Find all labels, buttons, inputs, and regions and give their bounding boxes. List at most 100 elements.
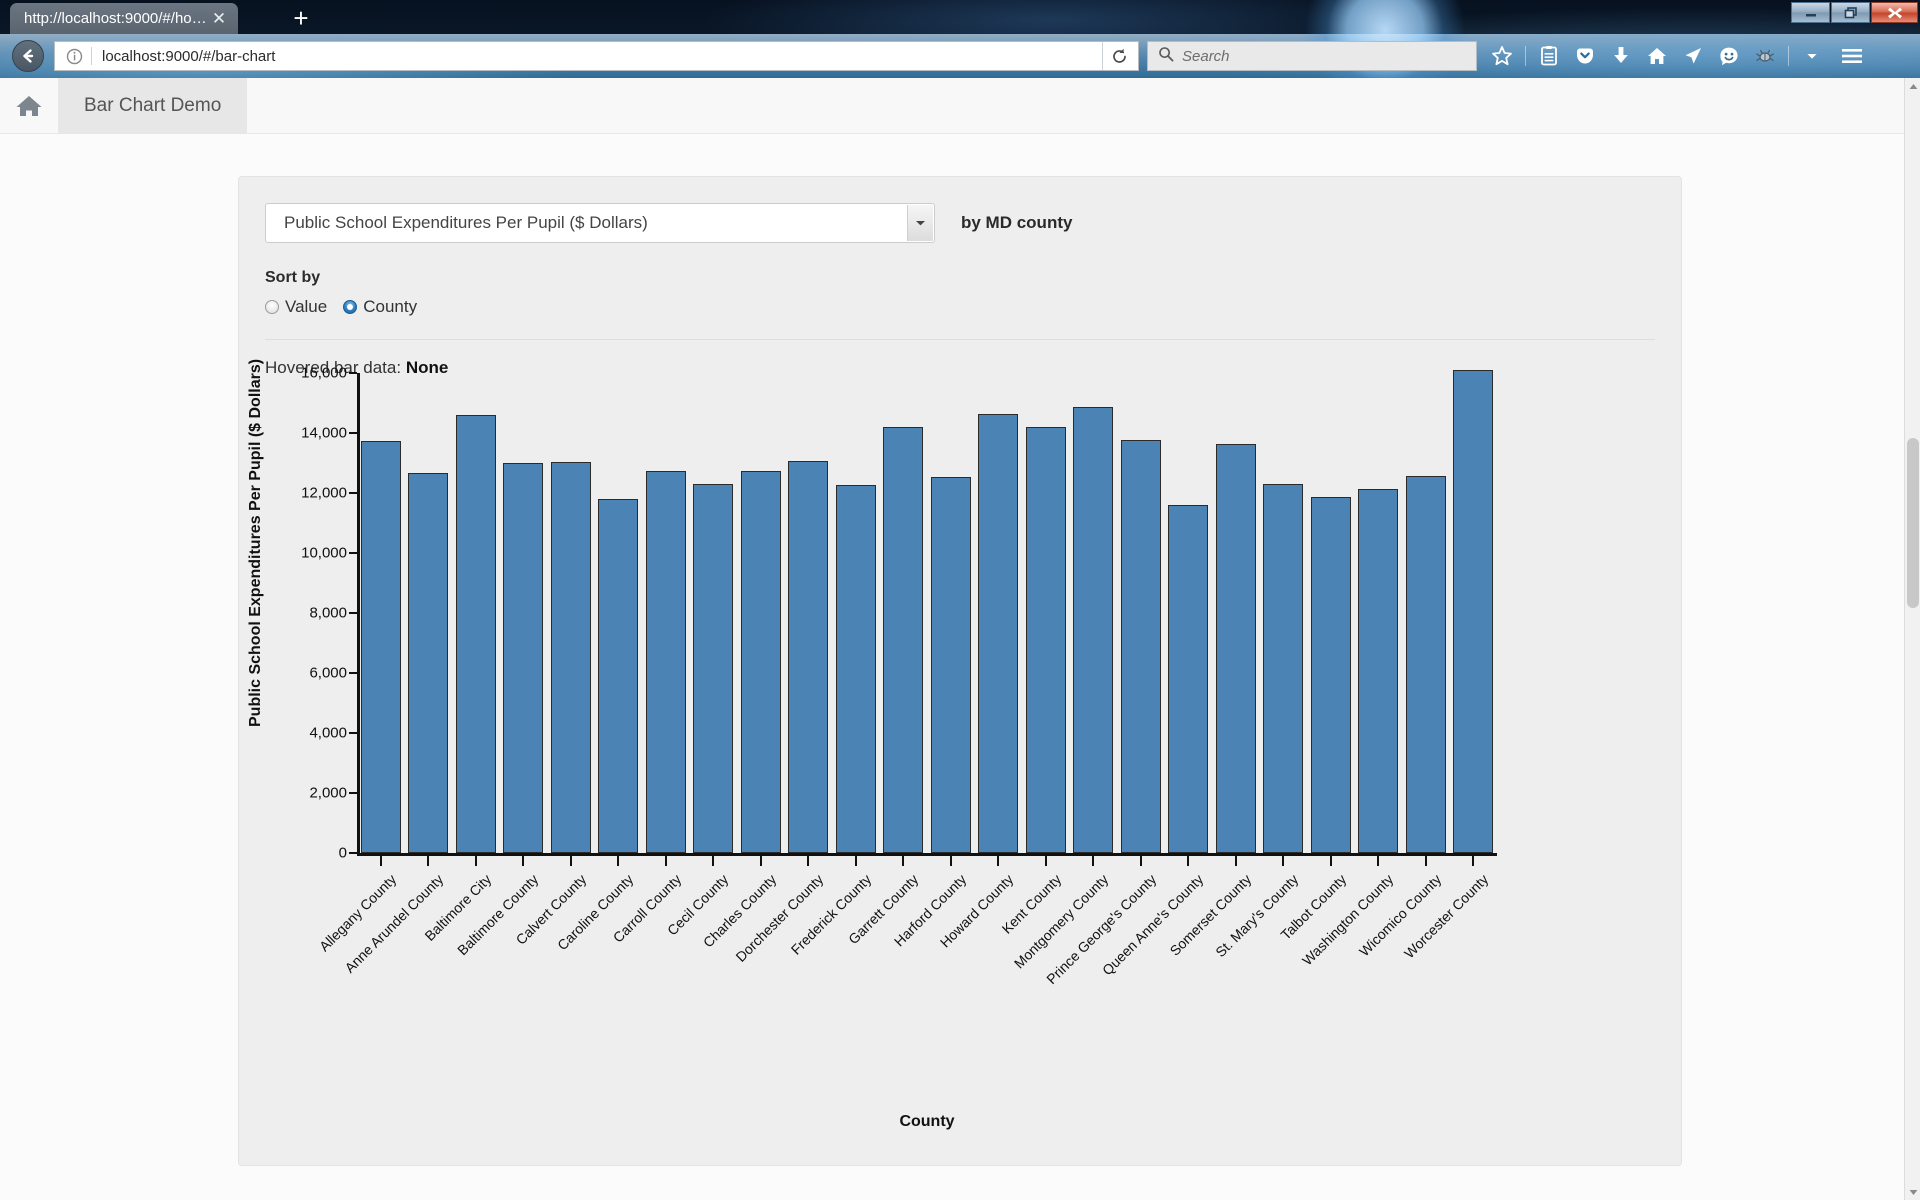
search-icon bbox=[1158, 46, 1174, 67]
chart-bar[interactable] bbox=[930, 477, 971, 853]
chart-bar[interactable] bbox=[835, 485, 876, 853]
reading-list-icon[interactable] bbox=[1532, 39, 1566, 73]
radio-icon-value[interactable] bbox=[265, 300, 279, 314]
chart-x-tick-label: Washington County bbox=[1299, 871, 1397, 969]
chart-bar[interactable] bbox=[1120, 439, 1161, 853]
chart-bar[interactable] bbox=[408, 472, 449, 853]
chart-x-tick-label: Baltimore County bbox=[454, 871, 542, 959]
browser-toolbar-icons bbox=[1485, 39, 1873, 73]
url-bar[interactable]: localhost:9000/#/bar-chart bbox=[54, 41, 1139, 71]
downloads-icon[interactable] bbox=[1604, 39, 1638, 73]
chart-bar[interactable] bbox=[788, 460, 829, 853]
chart-x-tick-mark bbox=[949, 856, 952, 866]
hamburger-menu-icon[interactable] bbox=[1831, 39, 1873, 73]
chart-y-axis-line bbox=[357, 373, 360, 853]
panel-divider bbox=[265, 339, 1655, 340]
overflow-chevron-icon[interactable] bbox=[1795, 39, 1829, 73]
search-input[interactable]: Search bbox=[1182, 48, 1230, 65]
app-brand-tab[interactable]: Bar Chart Demo bbox=[58, 78, 248, 133]
chart-x-tick-mark bbox=[759, 856, 762, 866]
sort-option-value-label: Value bbox=[285, 297, 328, 316]
chart-x-tick-mark bbox=[427, 856, 430, 866]
chevron-down-icon[interactable] bbox=[907, 205, 933, 241]
chart-x-tick-mark bbox=[522, 856, 525, 866]
chart-bar[interactable] bbox=[1405, 475, 1446, 853]
chart-y-axis-title: Public School Expenditures Per Pupil ($ … bbox=[247, 358, 264, 728]
chart-x-tick-mark bbox=[1234, 856, 1237, 866]
chart-x-tick-mark bbox=[1044, 856, 1047, 866]
chart-x-tick-mark bbox=[1424, 856, 1427, 866]
chart-bar[interactable] bbox=[883, 427, 924, 853]
chart-y-tick-mark bbox=[349, 612, 357, 614]
sort-option-county[interactable]: County bbox=[343, 297, 417, 317]
chart-x-tick-mark bbox=[664, 856, 667, 866]
chart-x-tick-mark bbox=[997, 856, 1000, 866]
browser-tab[interactable]: http://localhost:9000/#/home ✕ bbox=[10, 3, 238, 34]
send-tab-icon[interactable] bbox=[1676, 39, 1710, 73]
chart-y-tick-mark bbox=[349, 492, 357, 494]
metric-select-value: Public School Expenditures Per Pupil ($ … bbox=[284, 213, 648, 232]
url-text[interactable]: localhost:9000/#/bar-chart bbox=[92, 48, 1102, 65]
browser-window: http://localhost:9000/#/home ✕ + localho… bbox=[0, 0, 1920, 1200]
chart-x-axis-title: County bbox=[899, 1113, 955, 1130]
chart-x-tick-mark bbox=[1092, 856, 1095, 866]
scrollbar-thumb[interactable] bbox=[1907, 438, 1919, 608]
chart-bar[interactable] bbox=[1263, 484, 1304, 853]
window-controls bbox=[1790, 2, 1918, 23]
reload-icon[interactable] bbox=[1102, 42, 1136, 70]
chart-x-tick-mark bbox=[712, 856, 715, 866]
chart-bar[interactable] bbox=[1358, 488, 1399, 853]
chart-bar[interactable] bbox=[360, 440, 401, 853]
minimize-button[interactable] bbox=[1791, 2, 1830, 23]
page-scrollbar[interactable] bbox=[1904, 78, 1920, 1200]
chart-x-tick-mark bbox=[474, 856, 477, 866]
chart-bar[interactable] bbox=[598, 499, 639, 853]
chart-bar[interactable] bbox=[1215, 444, 1256, 853]
scroll-up-icon[interactable] bbox=[1905, 78, 1920, 94]
chart-bar[interactable] bbox=[978, 413, 1019, 853]
sort-option-county-label: County bbox=[363, 297, 418, 316]
chart-x-tick-mark bbox=[1329, 856, 1332, 866]
page-content: Bar Chart Demo Public School Expenditure… bbox=[0, 78, 1920, 1200]
chart-bar[interactable] bbox=[503, 463, 544, 853]
chart-bar[interactable] bbox=[740, 471, 781, 853]
bug-icon[interactable] bbox=[1748, 39, 1782, 73]
chart-x-tick-label: Somerset County bbox=[1166, 871, 1255, 959]
app-home-icon[interactable] bbox=[0, 78, 58, 133]
chart-bar[interactable] bbox=[1025, 427, 1066, 853]
chart-x-tick-mark bbox=[1187, 856, 1190, 866]
radio-icon-county[interactable] bbox=[343, 300, 358, 314]
search-bar[interactable]: Search bbox=[1147, 41, 1477, 71]
chart-bar[interactable] bbox=[1073, 406, 1114, 853]
browser-tab-title: http://localhost:9000/#/home bbox=[24, 10, 208, 27]
chart-x-tick-label: St. Mary's County bbox=[1212, 871, 1302, 961]
by-line-label: by MD county bbox=[961, 213, 1073, 232]
chart-y-tick-mark bbox=[349, 552, 357, 554]
close-button[interactable] bbox=[1871, 2, 1918, 23]
scroll-down-icon[interactable] bbox=[1905, 1184, 1920, 1200]
chart-bar[interactable] bbox=[693, 484, 734, 853]
chart-bar[interactable] bbox=[550, 461, 591, 853]
home-icon[interactable] bbox=[1640, 39, 1674, 73]
chart-y-tick-mark bbox=[349, 372, 357, 374]
restore-button[interactable] bbox=[1831, 2, 1870, 23]
pocket-icon[interactable] bbox=[1568, 39, 1602, 73]
chart-panel: Public School Expenditures Per Pupil ($ … bbox=[238, 176, 1682, 1166]
smiley-feedback-icon[interactable] bbox=[1712, 39, 1746, 73]
chart-bar[interactable] bbox=[1168, 505, 1209, 853]
page-info-icon[interactable] bbox=[57, 48, 91, 65]
chart-y-tick-mark bbox=[349, 432, 357, 434]
chart-bar[interactable] bbox=[455, 415, 496, 853]
sort-radio-group: Value County bbox=[265, 297, 1655, 317]
chart-x-tick-mark bbox=[1139, 856, 1142, 866]
metric-select[interactable]: Public School Expenditures Per Pupil ($ … bbox=[265, 203, 935, 243]
sort-option-value[interactable]: Value bbox=[265, 297, 327, 317]
chart-bar[interactable] bbox=[1453, 370, 1494, 853]
close-icon[interactable]: ✕ bbox=[208, 9, 230, 29]
bookmark-star-icon[interactable] bbox=[1485, 39, 1519, 73]
chart-bar[interactable] bbox=[645, 470, 686, 853]
new-tab-icon[interactable]: + bbox=[288, 5, 314, 32]
bar-chart: Public School Expenditures Per Pupil ($ … bbox=[247, 359, 1657, 1145]
chart-bar[interactable] bbox=[1310, 496, 1351, 853]
back-button[interactable] bbox=[6, 34, 50, 78]
